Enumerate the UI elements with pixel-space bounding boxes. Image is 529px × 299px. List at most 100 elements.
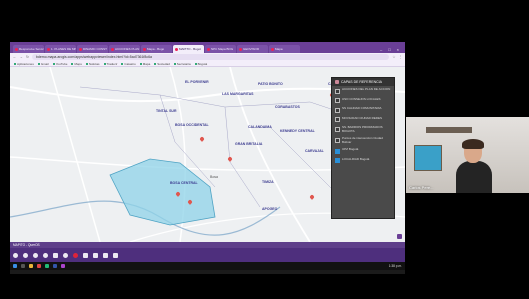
webcam-person [456,139,492,193]
bookmark-item[interactable]: Mapa [140,62,151,66]
window-controls: – □ × [380,45,405,53]
present-icon[interactable] [53,252,58,258]
browser-tab[interactable]: Mapa [269,45,300,53]
tab-favicon-icon [143,47,146,51]
layer-checkbox[interactable] [335,148,340,154]
bookmark-item[interactable]: Aplicaciones [14,62,34,66]
map-zoom-button[interactable] [397,234,402,239]
participant-name: Carlos Pere... [409,185,434,190]
taskbar-clock: 1:38 p.m. [388,264,402,268]
tab-label: 1. PLANES DE MIS [51,47,76,51]
mic-icon[interactable] [13,252,18,258]
layer-item[interactable]: SS. BARRIOS PRIORIZADOS BOGOTA [332,124,394,135]
bookmark-item[interactable]: Traducir [104,62,118,66]
word-icon[interactable] [53,264,57,268]
reload-icon[interactable]: ↻ [26,55,29,59]
layer-label: SS CALIDAD COMUNITARIA [342,106,382,110]
back-icon[interactable]: ← [13,55,17,59]
tab-label: NPC Mapa BOG [211,47,234,51]
forward-icon[interactable]: → [20,55,24,59]
end-call-icon[interactable] [73,252,78,258]
star-icon[interactable]: ☆ [392,55,395,59]
tab-label: Mapa - Bogo [147,47,165,51]
layer-item[interactable]: USO CONSEJOS LOCALES [332,96,394,106]
layer-checkbox[interactable] [335,107,340,113]
layer-checkbox[interactable] [335,158,340,164]
layer-item[interactable]: SS CALIDAD COMUNITARIA [332,105,394,115]
tab-label: Mapa [275,47,283,51]
teams-icon[interactable] [61,264,65,268]
browser-tab[interactable]: Responsive Service [13,45,44,53]
layer-item[interactable]: UPZ Bogotá [332,146,394,156]
layer-item[interactable]: ACCIONES DEL PLAN DE ACCION [332,86,394,96]
map-label: GRAN BRITALIA [235,142,263,146]
tab-favicon-icon [79,47,82,51]
layer-checkbox[interactable] [335,88,340,94]
activities-icon[interactable] [103,252,108,258]
layer-checkbox[interactable] [335,137,340,143]
raise-hand-icon[interactable] [43,252,48,258]
meeting-controls-bar [10,248,405,262]
shared-screen: Responsive Service 1. PLANES DE MIS DINAMI… [10,42,405,274]
browser-tab[interactable]: MAPITO - Bogot [173,45,204,53]
layer-item[interactable]: MOVILIDAD CIUDAD REDES [332,115,394,125]
layer-label: LOCALIDAD Bogotá [342,156,370,161]
map-view[interactable]: EL PORVENIR PATIO BONITO LAS MARGARITAS … [10,67,405,242]
map-label: CORABASTOS [275,105,300,109]
folder-icon[interactable] [29,264,33,268]
tab-label: MAPITO - Bogot [179,47,201,51]
bookmark-item[interactable]: YouTube [53,62,68,66]
url-field[interactable]: bdemo.mapa.arcgis.com/apps/webappviewer/… [31,54,390,60]
layer-label: Puntos de intervención Ciudad Bolívar [342,136,383,144]
more-options-icon[interactable] [63,252,68,258]
caption-icon[interactable] [33,252,38,258]
browser-tab[interactable]: GEOVISOR [237,45,268,53]
layer-checkbox[interactable] [335,126,340,132]
map-label: TIMIZA [262,180,274,184]
layer-item[interactable]: LOCALIDAD Bogotá [332,156,394,166]
layers-icon [335,80,339,84]
menu-icon[interactable]: ⋮ [399,55,403,59]
search-icon[interactable] [21,264,25,268]
layers-panel: CAPAS DE REFERENCIA ACCIONES DEL PLAN DE… [331,77,395,219]
webcam-shelf [426,127,472,133]
map-label: EL PORVENIR [185,80,209,84]
map-label: PATIO BONITO [258,82,283,86]
layer-label: ACCIONES DEL PLAN DE ACCION [342,87,391,91]
tab-label: Responsive Service [19,47,44,51]
tab-favicon-icon [239,47,242,51]
bookmark-item[interactable]: Maps [71,62,81,66]
tab-favicon-icon [15,47,18,51]
camera-icon[interactable] [23,252,28,258]
bookmark-item[interactable]: Sociedad [154,62,170,66]
bookmark-item[interactable]: Catastro [121,62,135,66]
layer-list: ACCIONES DEL PLAN DE ACCION USO CONSEJOS … [332,86,394,165]
browser-tab[interactable]: DINAMIC CONST [77,45,108,53]
participants-icon[interactable] [93,252,98,258]
bookmark-item[interactable]: Secretaría [174,62,191,66]
layer-checkbox[interactable] [335,98,340,103]
tab-favicon-icon [47,47,50,51]
bookmark-item[interactable]: Gmail [38,62,49,66]
browser-tab[interactable]: NPC Mapa BOG [205,45,236,53]
chat-icon[interactable] [83,252,88,258]
close-icon[interactable]: × [397,47,399,52]
share-icon[interactable] [113,252,118,258]
layers-panel-title: CAPAS DE REFERENCIA [341,80,382,84]
layer-label: USO CONSEJOS LOCALES [342,96,381,101]
bookmark-item[interactable]: Noticias [86,62,100,66]
maximize-icon[interactable]: □ [388,47,390,52]
start-icon[interactable] [13,264,17,268]
map-label: BOSA CENTRAL [170,181,198,185]
map-label: KENNEDY CENTRAL [280,129,315,133]
chrome-icon[interactable] [37,264,41,268]
layer-checkbox[interactable] [335,117,340,122]
layer-item[interactable]: Puntos de intervención Ciudad Bolívar [332,135,394,146]
bookmark-item[interactable]: Bogotá [195,62,208,66]
map-label: Bosa [210,175,218,179]
excel-icon[interactable] [45,264,49,268]
browser-tab[interactable]: ACCIONES PLAN [109,45,140,53]
browser-tab[interactable]: Mapa - Bogo [141,45,172,53]
browser-tab[interactable]: 1. PLANES DE MIS [45,45,76,53]
minimize-icon[interactable]: – [380,47,382,52]
